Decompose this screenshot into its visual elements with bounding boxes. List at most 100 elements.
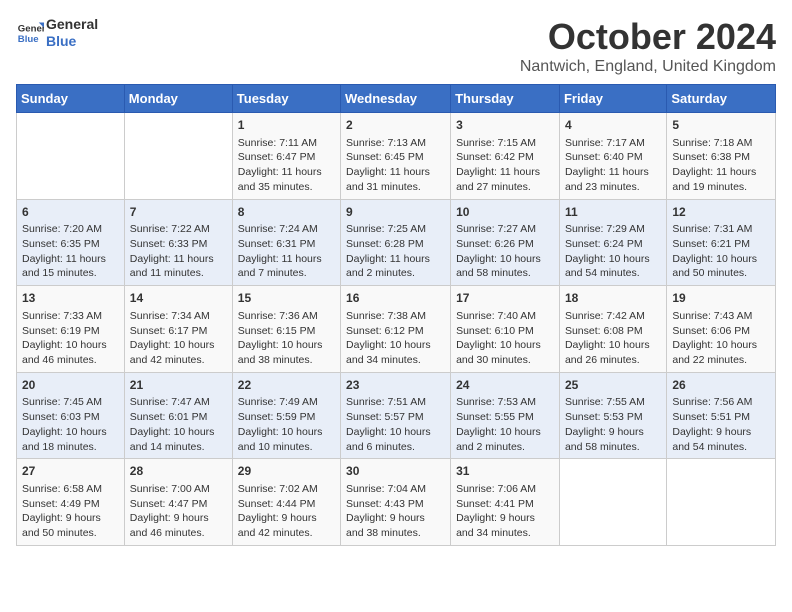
day-number: 5 bbox=[672, 117, 770, 134]
day-header-tuesday: Tuesday bbox=[232, 85, 340, 113]
sunset: Sunset: 6:08 PM bbox=[565, 325, 643, 337]
logo-line1: General bbox=[46, 16, 98, 33]
calendar-table: SundayMondayTuesdayWednesdayThursdayFrid… bbox=[16, 84, 776, 546]
sunset: Sunset: 6:10 PM bbox=[456, 325, 534, 337]
daylight: Daylight: 9 hours and 38 minutes. bbox=[346, 512, 425, 539]
calendar-cell: 7 Sunrise: 7:22 AM Sunset: 6:33 PM Dayli… bbox=[124, 199, 232, 286]
calendar-cell: 19 Sunrise: 7:43 AM Sunset: 6:06 PM Dayl… bbox=[667, 286, 776, 373]
sunrise: Sunrise: 7:00 AM bbox=[130, 483, 210, 495]
sunrise: Sunrise: 7:13 AM bbox=[346, 137, 426, 149]
day-header-saturday: Saturday bbox=[667, 85, 776, 113]
calendar-header: SundayMondayTuesdayWednesdayThursdayFrid… bbox=[17, 85, 776, 113]
calendar-cell bbox=[559, 459, 666, 546]
sunrise: Sunrise: 6:58 AM bbox=[22, 483, 102, 495]
day-number: 10 bbox=[456, 204, 554, 221]
day-number: 1 bbox=[238, 117, 335, 134]
sunset: Sunset: 6:35 PM bbox=[22, 238, 100, 250]
calendar-cell: 28 Sunrise: 7:00 AM Sunset: 4:47 PM Dayl… bbox=[124, 459, 232, 546]
sunset: Sunset: 5:53 PM bbox=[565, 411, 643, 423]
sunrise: Sunrise: 7:53 AM bbox=[456, 396, 536, 408]
calendar-cell: 6 Sunrise: 7:20 AM Sunset: 6:35 PM Dayli… bbox=[17, 199, 125, 286]
sunrise: Sunrise: 7:42 AM bbox=[565, 310, 645, 322]
sunset: Sunset: 4:47 PM bbox=[130, 498, 208, 510]
day-number: 15 bbox=[238, 290, 335, 307]
day-number: 16 bbox=[346, 290, 445, 307]
sunset: Sunset: 6:06 PM bbox=[672, 325, 750, 337]
daylight: Daylight: 10 hours and 54 minutes. bbox=[565, 253, 650, 280]
day-number: 12 bbox=[672, 204, 770, 221]
daylight: Daylight: 10 hours and 50 minutes. bbox=[672, 253, 757, 280]
sunset: Sunset: 6:40 PM bbox=[565, 151, 643, 163]
sunset: Sunset: 6:03 PM bbox=[22, 411, 100, 423]
sunrise: Sunrise: 7:34 AM bbox=[130, 310, 210, 322]
daylight: Daylight: 9 hours and 34 minutes. bbox=[456, 512, 535, 539]
daylight: Daylight: 9 hours and 46 minutes. bbox=[130, 512, 209, 539]
sunrise: Sunrise: 7:27 AM bbox=[456, 223, 536, 235]
daylight: Daylight: 11 hours and 7 minutes. bbox=[238, 253, 322, 280]
calendar-cell bbox=[124, 113, 232, 200]
daylight: Daylight: 10 hours and 42 minutes. bbox=[130, 339, 215, 366]
title-block: October 2024 Nantwich, England, United K… bbox=[520, 16, 776, 76]
day-number: 13 bbox=[22, 290, 119, 307]
daylight: Daylight: 10 hours and 34 minutes. bbox=[346, 339, 431, 366]
sunset: Sunset: 6:15 PM bbox=[238, 325, 316, 337]
sunrise: Sunrise: 7:49 AM bbox=[238, 396, 318, 408]
days-of-week-row: SundayMondayTuesdayWednesdayThursdayFrid… bbox=[17, 85, 776, 113]
day-number: 24 bbox=[456, 377, 554, 394]
calendar-cell: 29 Sunrise: 7:02 AM Sunset: 4:44 PM Dayl… bbox=[232, 459, 340, 546]
sunrise: Sunrise: 7:06 AM bbox=[456, 483, 536, 495]
day-number: 17 bbox=[456, 290, 554, 307]
sunrise: Sunrise: 7:36 AM bbox=[238, 310, 318, 322]
calendar-cell: 23 Sunrise: 7:51 AM Sunset: 5:57 PM Dayl… bbox=[341, 372, 451, 459]
day-number: 4 bbox=[565, 117, 661, 134]
calendar-cell bbox=[667, 459, 776, 546]
sunrise: Sunrise: 7:29 AM bbox=[565, 223, 645, 235]
calendar-cell: 10 Sunrise: 7:27 AM Sunset: 6:26 PM Dayl… bbox=[451, 199, 560, 286]
day-header-thursday: Thursday bbox=[451, 85, 560, 113]
calendar-cell: 11 Sunrise: 7:29 AM Sunset: 6:24 PM Dayl… bbox=[559, 199, 666, 286]
calendar-cell: 4 Sunrise: 7:17 AM Sunset: 6:40 PM Dayli… bbox=[559, 113, 666, 200]
daylight: Daylight: 11 hours and 2 minutes. bbox=[346, 253, 430, 280]
week-row-3: 13 Sunrise: 7:33 AM Sunset: 6:19 PM Dayl… bbox=[17, 286, 776, 373]
sunrise: Sunrise: 7:55 AM bbox=[565, 396, 645, 408]
sunset: Sunset: 6:24 PM bbox=[565, 238, 643, 250]
day-number: 26 bbox=[672, 377, 770, 394]
sunset: Sunset: 6:42 PM bbox=[456, 151, 534, 163]
sunrise: Sunrise: 7:40 AM bbox=[456, 310, 536, 322]
daylight: Daylight: 10 hours and 26 minutes. bbox=[565, 339, 650, 366]
sunset: Sunset: 6:26 PM bbox=[456, 238, 534, 250]
svg-text:General: General bbox=[18, 23, 44, 34]
sunrise: Sunrise: 7:43 AM bbox=[672, 310, 752, 322]
day-number: 22 bbox=[238, 377, 335, 394]
daylight: Daylight: 10 hours and 10 minutes. bbox=[238, 426, 323, 453]
calendar-cell: 8 Sunrise: 7:24 AM Sunset: 6:31 PM Dayli… bbox=[232, 199, 340, 286]
week-row-2: 6 Sunrise: 7:20 AM Sunset: 6:35 PM Dayli… bbox=[17, 199, 776, 286]
svg-text:Blue: Blue bbox=[18, 34, 39, 45]
calendar-cell: 25 Sunrise: 7:55 AM Sunset: 5:53 PM Dayl… bbox=[559, 372, 666, 459]
sunrise: Sunrise: 7:31 AM bbox=[672, 223, 752, 235]
sunrise: Sunrise: 7:38 AM bbox=[346, 310, 426, 322]
calendar-cell: 16 Sunrise: 7:38 AM Sunset: 6:12 PM Dayl… bbox=[341, 286, 451, 373]
day-number: 25 bbox=[565, 377, 661, 394]
daylight: Daylight: 11 hours and 35 minutes. bbox=[238, 166, 322, 193]
sunset: Sunset: 6:19 PM bbox=[22, 325, 100, 337]
daylight: Daylight: 9 hours and 42 minutes. bbox=[238, 512, 317, 539]
sunrise: Sunrise: 7:24 AM bbox=[238, 223, 318, 235]
sunset: Sunset: 6:31 PM bbox=[238, 238, 316, 250]
sunset: Sunset: 5:55 PM bbox=[456, 411, 534, 423]
daylight: Daylight: 9 hours and 58 minutes. bbox=[565, 426, 644, 453]
sunrise: Sunrise: 7:20 AM bbox=[22, 223, 102, 235]
day-header-sunday: Sunday bbox=[17, 85, 125, 113]
logo: General Blue General Blue bbox=[16, 16, 98, 50]
calendar-cell: 27 Sunrise: 6:58 AM Sunset: 4:49 PM Dayl… bbox=[17, 459, 125, 546]
daylight: Daylight: 10 hours and 46 minutes. bbox=[22, 339, 107, 366]
calendar-cell: 9 Sunrise: 7:25 AM Sunset: 6:28 PM Dayli… bbox=[341, 199, 451, 286]
sunset: Sunset: 6:45 PM bbox=[346, 151, 424, 163]
daylight: Daylight: 10 hours and 38 minutes. bbox=[238, 339, 323, 366]
sunset: Sunset: 6:01 PM bbox=[130, 411, 208, 423]
calendar-cell: 12 Sunrise: 7:31 AM Sunset: 6:21 PM Dayl… bbox=[667, 199, 776, 286]
daylight: Daylight: 11 hours and 15 minutes. bbox=[22, 253, 106, 280]
logo-text: General Blue bbox=[46, 16, 98, 50]
sunset: Sunset: 6:12 PM bbox=[346, 325, 424, 337]
sunrise: Sunrise: 7:25 AM bbox=[346, 223, 426, 235]
